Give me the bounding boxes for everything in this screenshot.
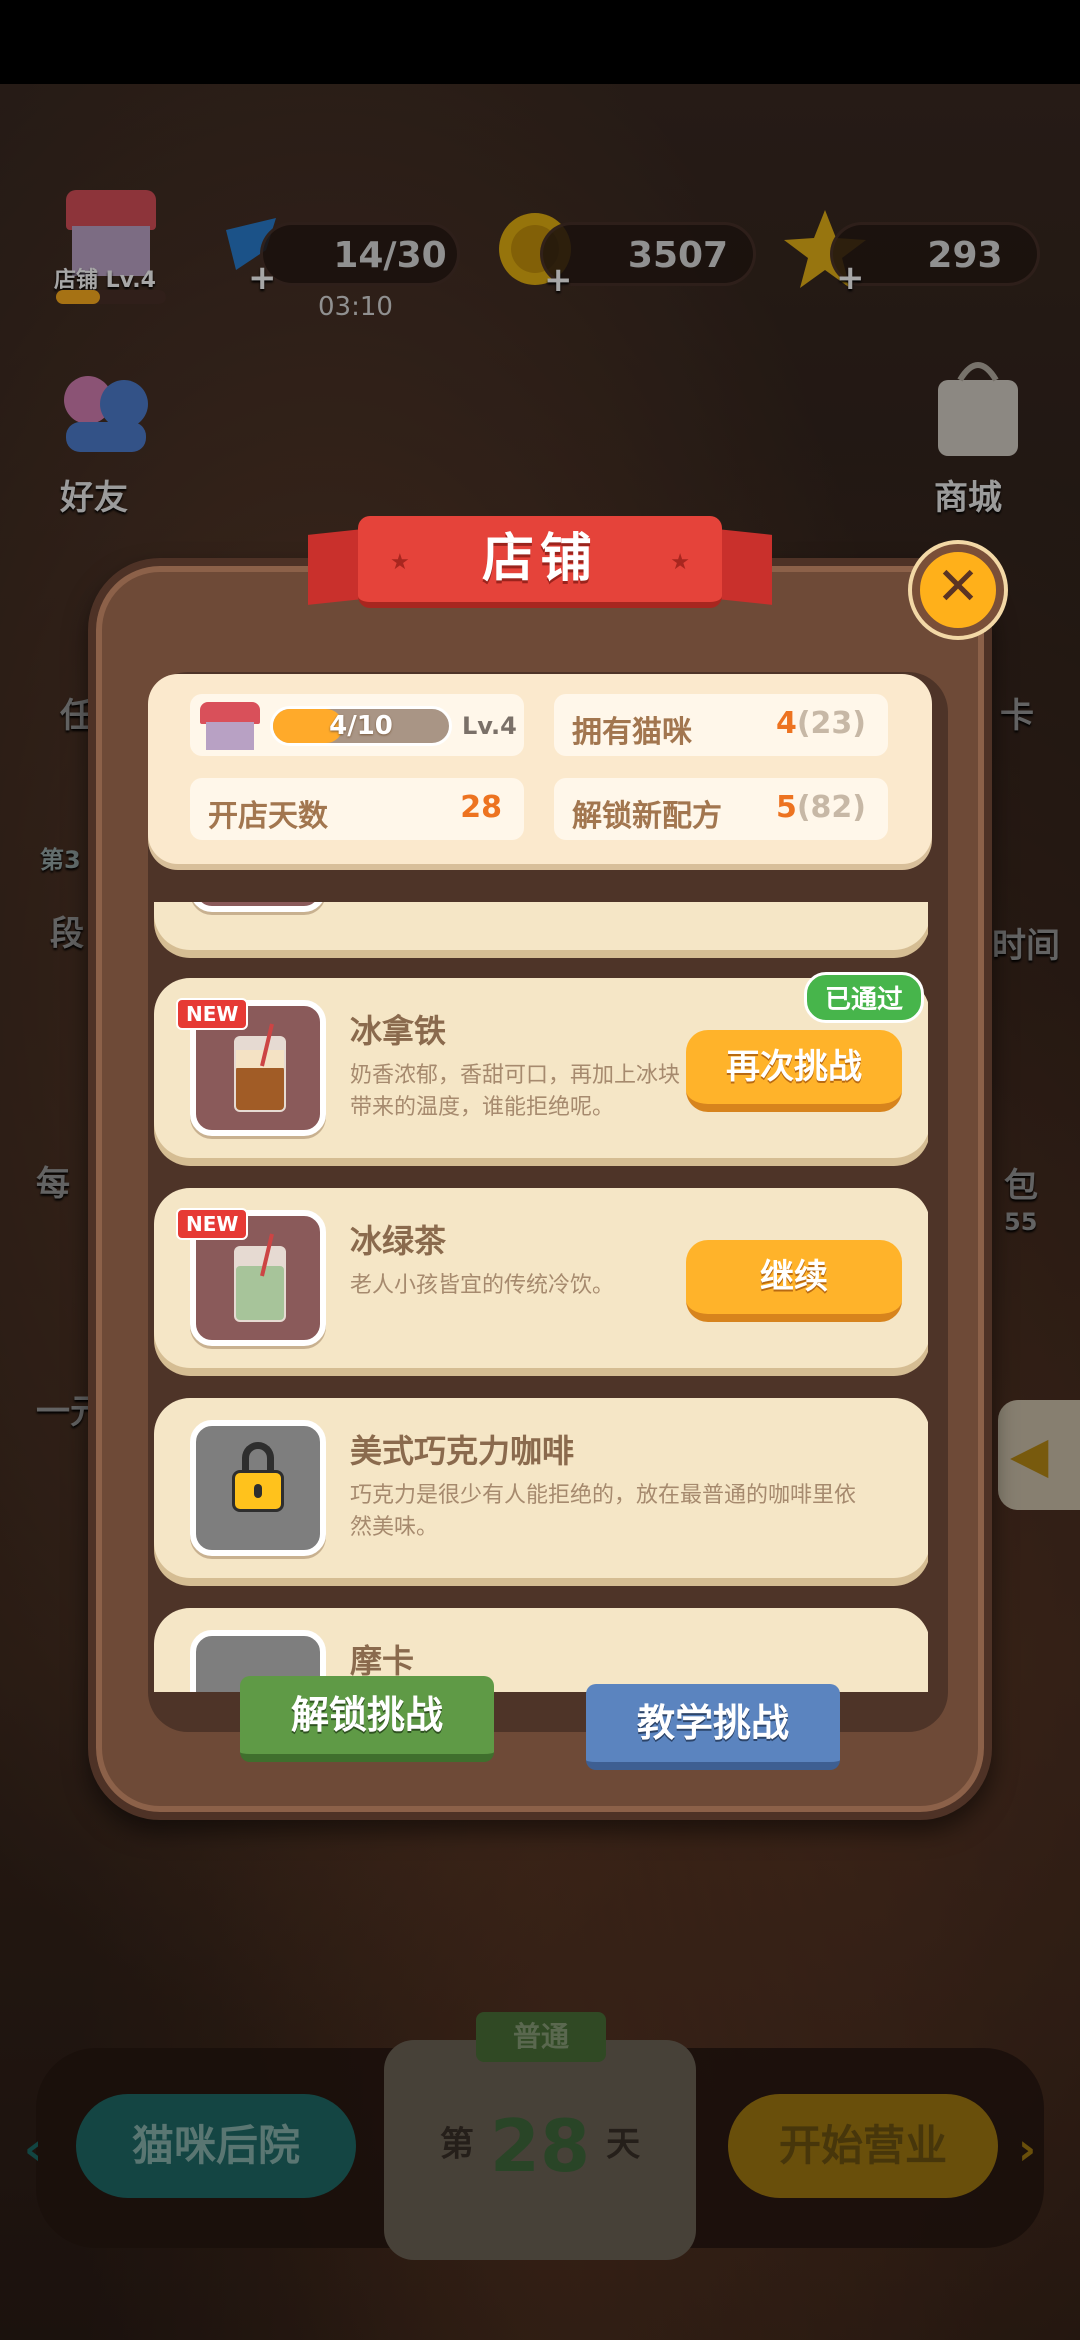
recipe-card-partial <box>154 902 928 950</box>
star-decor-icon: ★ <box>670 550 690 575</box>
level-progress-bar: 4/10 <box>270 706 452 746</box>
stat-recipes-label: 解锁新配方 <box>572 799 722 834</box>
star-decor-icon: ★ <box>390 550 410 575</box>
stat-cats-total: (23) <box>796 706 866 741</box>
shop-icon <box>200 702 260 752</box>
recipe-card[interactable]: NEW 冰绿茶 老人小孩皆宜的传统冷饮。 继续 <box>154 1188 928 1368</box>
stat-cats: 拥有猫咪 4(23) <box>554 694 888 756</box>
stat-days: 开店天数 28 <box>190 778 524 840</box>
recipe-name: 美式巧克力咖啡 <box>350 1432 575 1470</box>
stat-cats-label: 拥有猫咪 <box>572 715 692 750</box>
stat-cats-value: 4 <box>775 706 797 741</box>
recipe-description: 老人小孩皆宜的传统冷饮。 <box>350 1273 615 1298</box>
modal-title: 店铺 <box>481 529 598 589</box>
stat-recipes: 解锁新配方 5(82) <box>554 778 888 840</box>
stat-days-value: 28 <box>460 790 502 825</box>
lock-icon <box>232 1442 284 1512</box>
stat-recipes-total: (82) <box>796 790 866 825</box>
recipe-description: 巧克力是很少有人能拒绝的，放在最普通的咖啡里依然美味。 <box>350 1483 857 1540</box>
recipe-card-locked[interactable]: 美式巧克力咖啡 巧克力是很少有人能拒绝的，放在最普通的咖啡里依然美味。 <box>154 1398 928 1578</box>
passed-badge: 已通过 <box>804 972 925 1023</box>
close-button[interactable]: ✕ <box>912 544 1004 636</box>
recipe-card[interactable]: 已通过 NEW 冰拿铁 奶香浓郁，香甜可口，再加上冰块带来的温度，谁能拒绝呢。 … <box>154 972 928 1158</box>
retry-challenge-button[interactable]: 再次挑战 <box>686 1030 902 1112</box>
new-badge: NEW <box>176 1208 249 1240</box>
close-icon: ✕ <box>936 557 980 617</box>
tab-unlock-challenge[interactable]: 解锁挑战 <box>240 1676 494 1762</box>
recipe-name: 冰绿茶 <box>350 1222 447 1260</box>
status-bar <box>0 0 1080 84</box>
level-progress-text: 4/10 <box>329 711 393 741</box>
continue-button[interactable]: 继续 <box>686 1240 902 1322</box>
recipe-description: 奶香浓郁，香甜可口，再加上冰块带来的温度，谁能拒绝呢。 <box>350 1063 681 1120</box>
stat-days-label: 开店天数 <box>208 799 328 834</box>
recipe-list[interactable]: 已通过 NEW 冰拿铁 奶香浓郁，香甜可口，再加上冰块带来的温度，谁能拒绝呢。 … <box>152 902 928 1692</box>
locked-thumbnail <box>190 1420 326 1556</box>
tab-tutorial-challenge[interactable]: 教学挑战 <box>586 1684 840 1770</box>
stat-recipes-value: 5 <box>775 790 797 825</box>
level-tag: Lv.4 <box>462 712 517 740</box>
new-badge: NEW <box>176 998 249 1030</box>
modal-title-ribbon: ★ 店铺 ★ <box>308 516 772 620</box>
recipe-name: 冰拿铁 <box>350 1012 447 1050</box>
